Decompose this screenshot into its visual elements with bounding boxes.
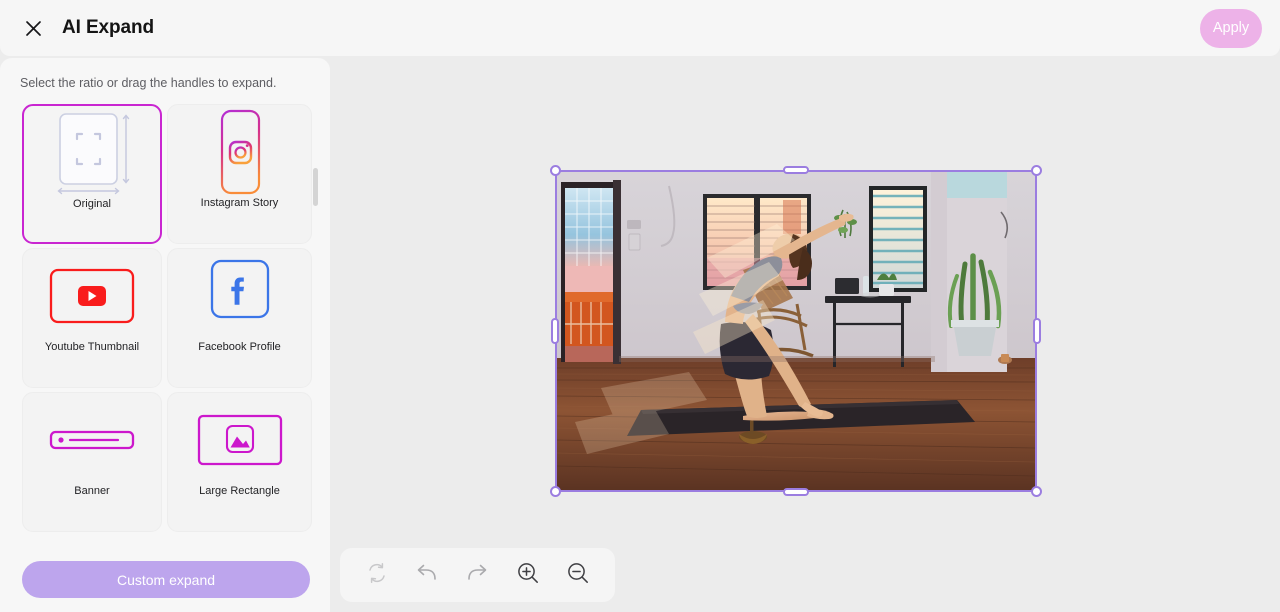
ratio-label: Original (73, 198, 111, 210)
ai-expand-window: AI Expand Apply Select the ratio or drag… (0, 0, 1280, 612)
ratio-sidebar: Select the ratio or drag the handles to … (0, 58, 330, 612)
ratio-card-large-rectangle[interactable]: Large Rectangle (167, 392, 312, 532)
sidebar-scrollbar-thumb[interactable] (313, 168, 318, 206)
large-rectangle-icon (168, 393, 311, 487)
zoom-out-icon (566, 561, 590, 590)
ratio-card-instagram-story[interactable]: Instagram Story (167, 104, 312, 244)
handle-bottom-center[interactable] (783, 488, 809, 496)
close-button[interactable] (18, 13, 48, 43)
handle-middle-left[interactable] (551, 318, 559, 344)
handle-top-right[interactable] (1031, 165, 1042, 176)
ratio-label: Large Rectangle (199, 485, 280, 497)
handle-top-center[interactable] (783, 166, 809, 174)
facebook-icon (168, 249, 311, 343)
zoom-out-button[interactable] (559, 556, 597, 594)
redo-button[interactable] (458, 556, 496, 594)
sidebar-hint: Select the ratio or drag the handles to … (20, 76, 277, 90)
ratio-list-scroll[interactable]: Original Instagram Story Youtube Thumbna… (0, 102, 330, 554)
reset-button[interactable] (358, 556, 396, 594)
close-icon (24, 19, 43, 38)
canvas-toolbar (340, 548, 615, 602)
ratio-label: Instagram Story (200, 197, 279, 209)
redo-icon (465, 562, 489, 589)
ratio-label: Banner (74, 485, 110, 497)
instagram-icon (168, 105, 311, 199)
handle-top-left[interactable] (550, 165, 561, 176)
banner-icon (23, 393, 161, 487)
youtube-icon (23, 249, 161, 343)
image-canvas[interactable] (330, 58, 1280, 612)
ratio-card-banner[interactable]: Banner (22, 392, 162, 532)
original-frame-icon (24, 106, 160, 200)
apply-button[interactable]: Apply (1200, 8, 1262, 48)
reset-icon (366, 562, 388, 589)
zoom-in-icon (516, 561, 540, 590)
undo-button[interactable] (408, 556, 446, 594)
handle-bottom-left[interactable] (550, 486, 561, 497)
custom-expand-button[interactable]: Custom expand (22, 561, 310, 598)
undo-icon (415, 562, 439, 589)
handle-bottom-right[interactable] (1031, 486, 1042, 497)
zoom-in-button[interactable] (509, 556, 547, 594)
ratio-card-facebook-profile[interactable]: Facebook Profile (167, 248, 312, 388)
ratio-label: Facebook Profile (198, 341, 281, 353)
expand-selection-frame[interactable] (550, 165, 1042, 497)
page-title: AI Expand (62, 17, 155, 38)
app-header: AI Expand Apply (0, 0, 1280, 56)
source-photo (557, 172, 1035, 490)
ratio-label: Youtube Thumbnail (44, 341, 140, 353)
ratio-grid: Original Instagram Story Youtube Thumbna… (0, 102, 330, 532)
handle-middle-right[interactable] (1033, 318, 1041, 344)
ratio-card-original[interactable]: Original (22, 104, 162, 244)
ratio-card-youtube-thumbnail[interactable]: Youtube Thumbnail (22, 248, 162, 388)
